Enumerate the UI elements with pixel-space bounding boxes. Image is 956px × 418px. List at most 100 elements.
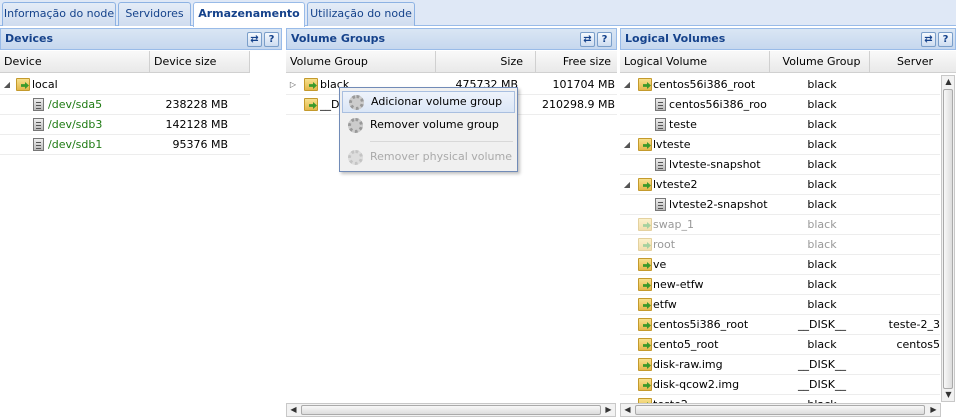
folder-icon	[638, 338, 652, 351]
lv-server: centos5	[896, 338, 940, 351]
column-volume-group[interactable]: Volume Group	[770, 51, 870, 72]
lv-row[interactable]: new-etfw black	[620, 275, 940, 295]
lv-row[interactable]: lvteste-snapshot black	[620, 155, 940, 175]
disk-icon	[655, 98, 666, 111]
disk-icon	[33, 98, 44, 111]
column-device[interactable]: Device	[0, 51, 150, 72]
column-logical-volume[interactable]: Logical Volume	[620, 51, 770, 72]
column-server[interactable]: Server	[870, 51, 956, 72]
expand-arrow-icon[interactable]: ▷	[288, 75, 298, 94]
lv-row[interactable]: disk-qcow2.img __DISK__	[620, 375, 940, 395]
lv-name: lvteste	[653, 138, 691, 151]
lv-row[interactable]: disk-raw.img __DISK__	[620, 355, 940, 375]
lv-name: etfw	[653, 298, 677, 311]
tab-servers[interactable]: Servidores	[118, 2, 191, 26]
folder-icon	[638, 138, 652, 151]
tab-node-usage[interactable]: Utilização do node	[307, 2, 415, 26]
device-name: local	[32, 78, 58, 91]
volume-groups-title: Volume Groups	[291, 32, 386, 45]
scroll-thumb[interactable]	[301, 405, 601, 415]
folder-icon	[638, 258, 652, 271]
tree-row-local[interactable]: ◢ local	[0, 75, 250, 95]
menu-item-remove-volume-group[interactable]: Remover volume group	[342, 115, 515, 137]
folder-icon	[638, 378, 652, 391]
menu-item-remove-physical-volume[interactable]: Remover physical volume	[342, 147, 515, 169]
menu-item-label: Remover physical volume	[370, 150, 513, 163]
disk-icon	[655, 118, 666, 131]
refresh-icon[interactable]: ⇄	[247, 32, 262, 47]
lv-row[interactable]: ve black	[620, 255, 940, 275]
lv-row[interactable]: lvteste2-snapshot black	[620, 195, 940, 215]
lv-volume-group: black	[807, 158, 837, 171]
scroll-down-icon[interactable]: ▼	[942, 389, 955, 401]
lv-row[interactable]: etfw black	[620, 295, 940, 315]
lv-volume-group: __DISK__	[798, 318, 846, 331]
folder-icon	[638, 178, 652, 191]
tree-row-device[interactable]: /dev/sdb3 142128 MB	[0, 115, 250, 135]
menu-item-label: Remover volume group	[370, 118, 499, 131]
lv-name: swap_1	[653, 218, 694, 231]
folder-icon	[638, 218, 652, 231]
scroll-right-icon[interactable]: ▶	[927, 404, 940, 416]
lv-row[interactable]: ◢ centos56i386_root black	[620, 75, 940, 95]
help-icon[interactable]: ?	[597, 32, 612, 47]
device-name: /dev/sda5	[48, 98, 103, 111]
lv-row[interactable]: centos56i386_roo… black	[620, 95, 940, 115]
lv-row[interactable]: swap_1 black	[620, 215, 940, 235]
menu-separator	[370, 141, 513, 142]
folder-icon	[638, 278, 652, 291]
scroll-thumb[interactable]	[635, 405, 925, 415]
lv-volume-group: black	[807, 198, 837, 211]
folder-icon	[638, 358, 652, 371]
menu-item-label: Adicionar volume group	[371, 95, 503, 108]
horizontal-scrollbar[interactable]: ◀ ▶	[620, 403, 941, 417]
column-volume-group[interactable]: Volume Group	[286, 51, 436, 72]
lv-row[interactable]: root black	[620, 235, 940, 255]
device-name: /dev/sdb1	[48, 138, 103, 151]
lv-server	[874, 215, 940, 234]
scroll-left-icon[interactable]: ◀	[621, 404, 634, 416]
lv-row[interactable]: teste black	[620, 115, 940, 135]
vertical-scrollbar[interactable]: ▲ ▼	[941, 75, 955, 402]
lv-row[interactable]: ◢ lvteste black	[620, 135, 940, 155]
vg-free-size: 210298.9 MB	[541, 98, 615, 111]
refresh-icon[interactable]: ⇄	[921, 32, 936, 47]
collapse-arrow-icon[interactable]: ◢	[622, 135, 632, 154]
tab-storage[interactable]: Armazenamento	[193, 2, 305, 27]
help-icon[interactable]: ?	[264, 32, 279, 47]
lv-volume-group: black	[807, 218, 837, 231]
column-size[interactable]: Size	[436, 51, 536, 72]
lv-server	[874, 115, 940, 134]
scroll-up-icon[interactable]: ▲	[942, 76, 955, 88]
logical-volumes-column-header: Logical Volume Volume Group Server	[620, 51, 956, 73]
disk-icon	[655, 198, 666, 211]
devices-column-header: Device Device size	[0, 51, 250, 73]
refresh-icon[interactable]: ⇄	[580, 32, 595, 47]
tree-row-device[interactable]: /dev/sda5 238228 MB	[0, 95, 250, 115]
tab-node-info[interactable]: Informação do node	[2, 2, 116, 26]
lv-row[interactable]: centos5i386_root __DISK__ teste-2_3	[620, 315, 940, 335]
scroll-right-icon[interactable]: ▶	[602, 404, 615, 416]
devices-panel-header: Devices ⇄ ?	[0, 28, 282, 50]
column-free-size[interactable]: Free size	[536, 51, 617, 72]
lv-volume-group: black	[807, 78, 837, 91]
help-icon[interactable]: ?	[938, 32, 953, 47]
tree-row-device[interactable]: /dev/sdb1 95376 MB	[0, 135, 250, 155]
collapse-arrow-icon[interactable]: ◢	[622, 75, 632, 94]
collapse-arrow-icon[interactable]: ◢	[2, 75, 12, 94]
gear-icon	[349, 95, 364, 110]
lv-row[interactable]: ◢ lvteste2 black	[620, 175, 940, 195]
collapse-arrow-icon[interactable]: ◢	[622, 175, 632, 194]
horizontal-scrollbar[interactable]: ◀ ▶	[286, 403, 616, 417]
lv-volume-group: black	[807, 338, 837, 351]
menu-item-add-volume-group[interactable]: Adicionar volume group	[342, 91, 515, 113]
column-device-size[interactable]: Device size	[150, 51, 250, 72]
logical-volumes-title: Logical Volumes	[625, 32, 726, 45]
folder-icon	[16, 78, 30, 91]
lv-row[interactable]: cento5_root black centos5	[620, 335, 940, 355]
lv-volume-group: black	[807, 238, 837, 251]
scroll-thumb[interactable]	[943, 89, 953, 389]
lv-volume-group: black	[807, 258, 837, 271]
lv-volume-group: black	[807, 178, 837, 191]
scroll-left-icon[interactable]: ◀	[287, 404, 300, 416]
